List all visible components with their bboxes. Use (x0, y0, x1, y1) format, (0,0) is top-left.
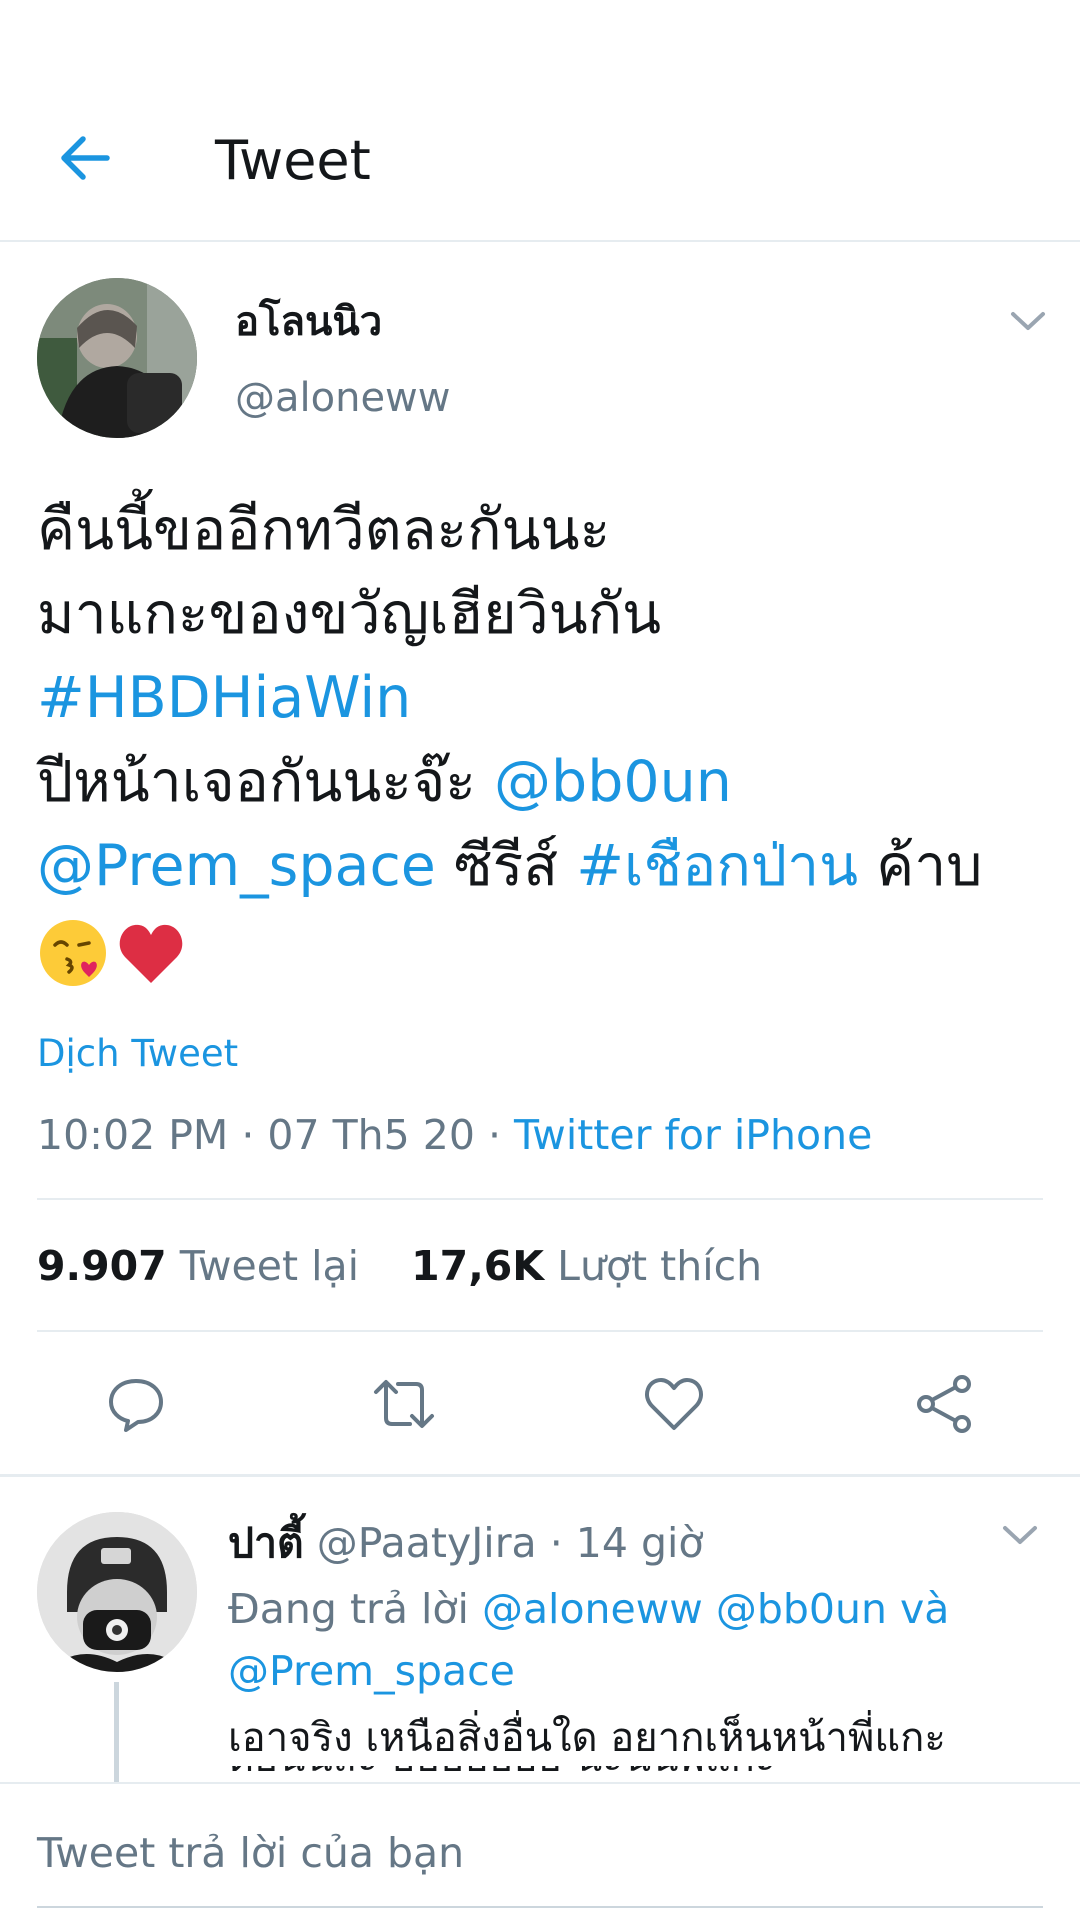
reply-avatar[interactable] (37, 1512, 197, 1672)
divider (0, 1474, 1080, 1477)
tweet-line: คืนนี้ขออีกทวีตละกันนะ (37, 497, 611, 563)
author-name[interactable]: อโลนนิว (235, 296, 382, 348)
kissing-face-emoji-icon (37, 917, 109, 989)
mention-link[interactable]: @bb0un (494, 749, 732, 815)
hashtag-link[interactable]: #เชือกป่าน (576, 833, 858, 899)
mention-link[interactable]: @Prem_space (228, 1647, 515, 1695)
tweet-line: ค้าบ (858, 833, 983, 899)
back-arrow-icon[interactable] (55, 128, 115, 188)
retweets-stat[interactable]: 9.907 Tweet lại (37, 1242, 359, 1290)
thread-line (114, 1682, 119, 1782)
author-handle[interactable]: @aloneww (235, 372, 451, 424)
header-divider (0, 240, 1080, 242)
replying-to: Đang trả lời @aloneww @bb0un và @Prem_sp… (228, 1585, 950, 1695)
like-icon[interactable] (642, 1372, 706, 1436)
mention-link[interactable]: @Prem_space (37, 833, 436, 899)
tweet-line: ซีรีส์ (435, 833, 577, 899)
reply-time: 14 giờ (575, 1519, 704, 1567)
divider (37, 1198, 1043, 1200)
tweet-line: มาแกะของขวัญเฮียวินกัน (37, 581, 662, 647)
translate-tweet-link[interactable]: Dịch Tweet (37, 1030, 238, 1078)
tweet-source-link[interactable]: Twitter for iPhone (514, 1111, 872, 1159)
mention-link[interactable]: @aloneww (482, 1585, 703, 1633)
compose-underline (37, 1906, 1043, 1908)
reply-compose-input[interactable]: Tweet trả lời của bạn (37, 1826, 464, 1880)
mention-link[interactable]: @bb0un (716, 1585, 887, 1633)
heart-emoji-icon (115, 917, 187, 989)
likes-stat[interactable]: 17,6K Lượt thích (411, 1242, 762, 1290)
chevron-down-icon[interactable] (1008, 308, 1048, 336)
divider (37, 1330, 1043, 1332)
reply-author-name[interactable]: ปาตี้ (228, 1519, 304, 1567)
avatar[interactable] (37, 278, 197, 438)
reply-header: ปาตี้ @PaatyJira · 14 giờ (228, 1519, 704, 1567)
tweet-stats: 9.907 Tweet lại 17,6K Lượt thích (37, 1238, 762, 1294)
page-title: Tweet (215, 129, 371, 192)
tweet-date: 07 Th5 20 (267, 1111, 475, 1159)
reply-text-cut: ตอนนี้ส่ะ ฮฮฮฮฮฮฮ นะนั้นพี่แกะ (228, 1766, 1028, 1782)
reply-text: เอาจริง เหนือสิ่งอื่นใด อยากเห็นหน้าพี่แ… (228, 1715, 946, 1761)
tweet-line: ปีหน้าเจอกันนะจ๊ะ (37, 749, 495, 815)
hashtag-link[interactable]: #HBDHiaWin (37, 656, 1047, 740)
chevron-down-icon[interactable] (1000, 1522, 1040, 1550)
tweet-meta: 10:02 PM · 07 Th5 20 · Twitter for iPhon… (37, 1111, 873, 1159)
share-icon[interactable] (912, 1372, 976, 1436)
tweet-time: 10:02 PM (37, 1111, 229, 1159)
retweet-icon[interactable] (372, 1372, 436, 1436)
tweet-text: คืนนี้ขออีกทวีตละกันนะ มาแกะของขวัญเฮียว… (37, 488, 1047, 992)
reply-author-handle[interactable]: @PaatyJira (317, 1519, 537, 1567)
reply-icon[interactable] (104, 1372, 168, 1436)
